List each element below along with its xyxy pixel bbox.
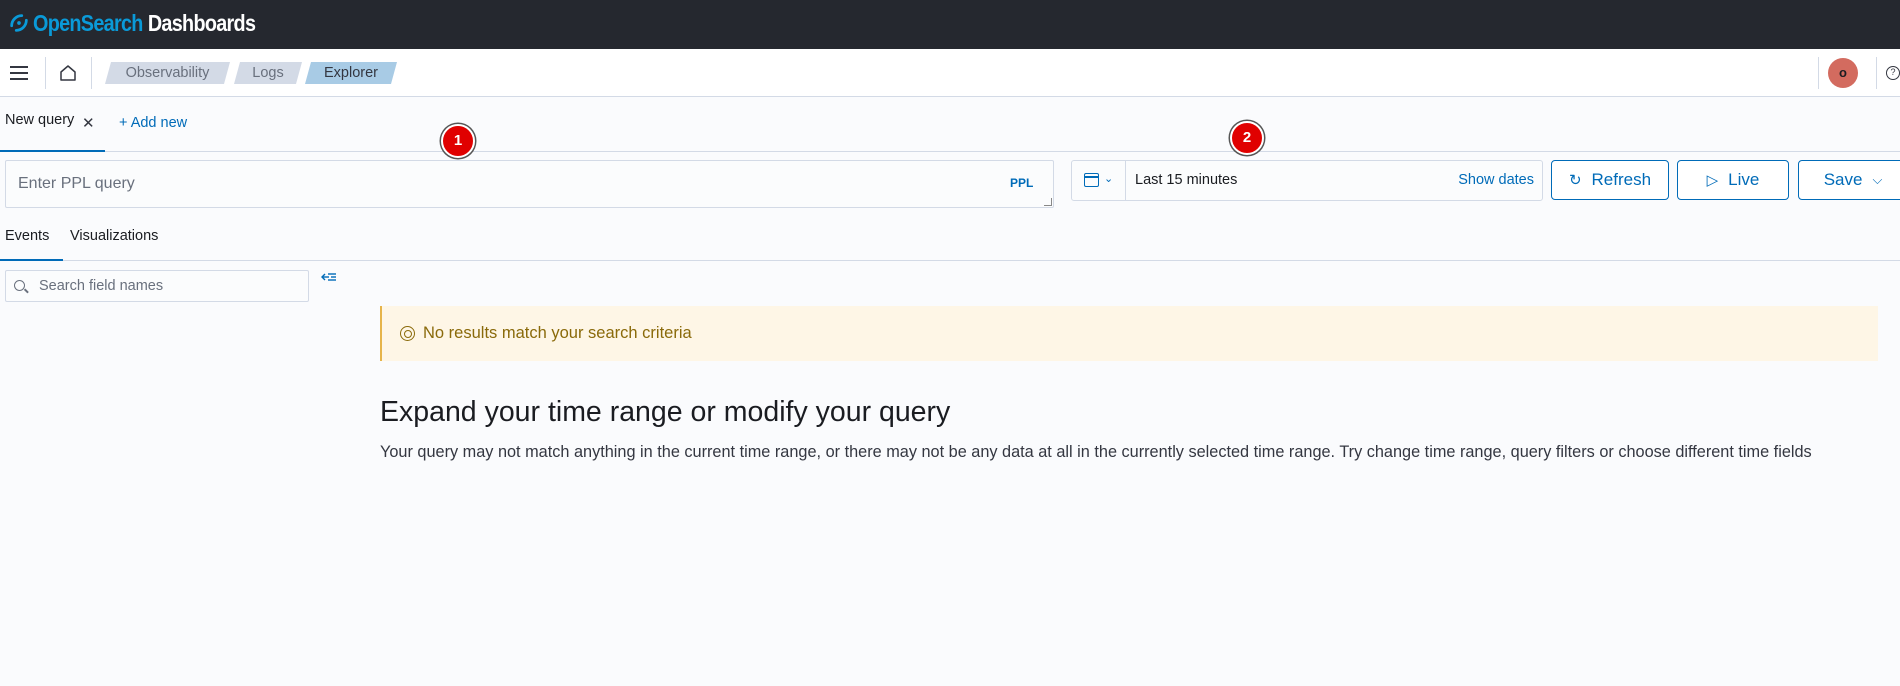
query-tabs: New query ✕ + Add new	[0, 97, 1900, 152]
tab-visualizations[interactable]: Visualizations	[70, 228, 158, 244]
save-button[interactable]: Save ⌵	[1798, 160, 1900, 200]
callout-text: No results match your search criteria	[423, 324, 692, 342]
query-language-badge[interactable]: PPL	[1010, 176, 1033, 190]
refresh-button[interactable]: ↻ Refresh	[1551, 160, 1669, 200]
close-icon[interactable]: ✕	[82, 114, 95, 132]
empty-state-title: Expand your time range or modify your qu…	[380, 396, 951, 428]
user-avatar[interactable]: o	[1828, 58, 1858, 88]
refresh-label: Refresh	[1591, 170, 1652, 189]
breadcrumb-logs[interactable]: Logs	[234, 62, 302, 84]
chevron-down-icon: ⌵	[1872, 172, 1883, 187]
breadcrumb-observability[interactable]: Observability	[105, 62, 230, 84]
field-search-input[interactable]	[37, 271, 297, 301]
marker-badge-1: 1	[441, 124, 475, 158]
field-search	[5, 270, 309, 302]
show-dates-link[interactable]: Show dates	[1458, 172, 1534, 188]
help-icon[interactable]: ?	[1886, 66, 1900, 80]
nav-bar: Observability Logs Explorer o ?	[0, 49, 1900, 97]
help-ring-icon	[400, 326, 415, 341]
tab-label: New query	[5, 112, 75, 128]
logo-text: OpenSearch Dashboards	[33, 9, 256, 36]
ppl-query-input[interactable]	[6, 161, 986, 207]
divider	[1876, 57, 1877, 89]
opensearch-logo-icon	[10, 14, 28, 32]
add-new-tab-button[interactable]: + Add new	[119, 115, 187, 131]
home-icon[interactable]	[58, 63, 78, 83]
live-label: Live	[1728, 170, 1760, 189]
divider	[1818, 57, 1819, 89]
hamburger-menu-icon[interactable]	[10, 62, 32, 84]
calendar-icon	[1084, 173, 1099, 187]
save-label: Save	[1823, 170, 1863, 189]
collapse-sidebar-icon[interactable]	[320, 270, 338, 286]
empty-state-body: Your query may not match anything in the…	[380, 443, 1812, 461]
divider	[91, 57, 92, 89]
live-button[interactable]: ▷ Live	[1677, 160, 1789, 200]
tab-events[interactable]: Events	[5, 228, 49, 244]
breadcrumb-explorer: Explorer	[305, 62, 397, 84]
active-tab-indicator	[0, 259, 63, 261]
ppl-query-box: PPL	[5, 160, 1054, 208]
play-icon: ▷	[1706, 172, 1719, 189]
view-tabs: Events Visualizations	[0, 215, 1900, 261]
chevron-down-icon: ⌄	[1104, 173, 1114, 185]
opensearch-logo[interactable]: OpenSearch Dashboards	[8, 10, 291, 36]
quick-select-button[interactable]: ⌄	[1072, 161, 1126, 200]
global-header: OpenSearch Dashboards	[0, 0, 1900, 49]
date-picker: ⌄ Last 15 minutes Show dates	[1071, 160, 1543, 201]
search-icon	[14, 280, 25, 291]
no-results-callout: No results match your search criteria	[380, 306, 1878, 361]
marker-badge-2: 2	[1230, 121, 1264, 155]
refresh-icon: ↻	[1568, 172, 1582, 189]
resize-handle[interactable]	[1044, 198, 1052, 206]
date-range-label[interactable]: Last 15 minutes	[1135, 172, 1237, 188]
tab-new-query[interactable]: New query ✕	[0, 97, 105, 152]
divider	[45, 57, 46, 89]
